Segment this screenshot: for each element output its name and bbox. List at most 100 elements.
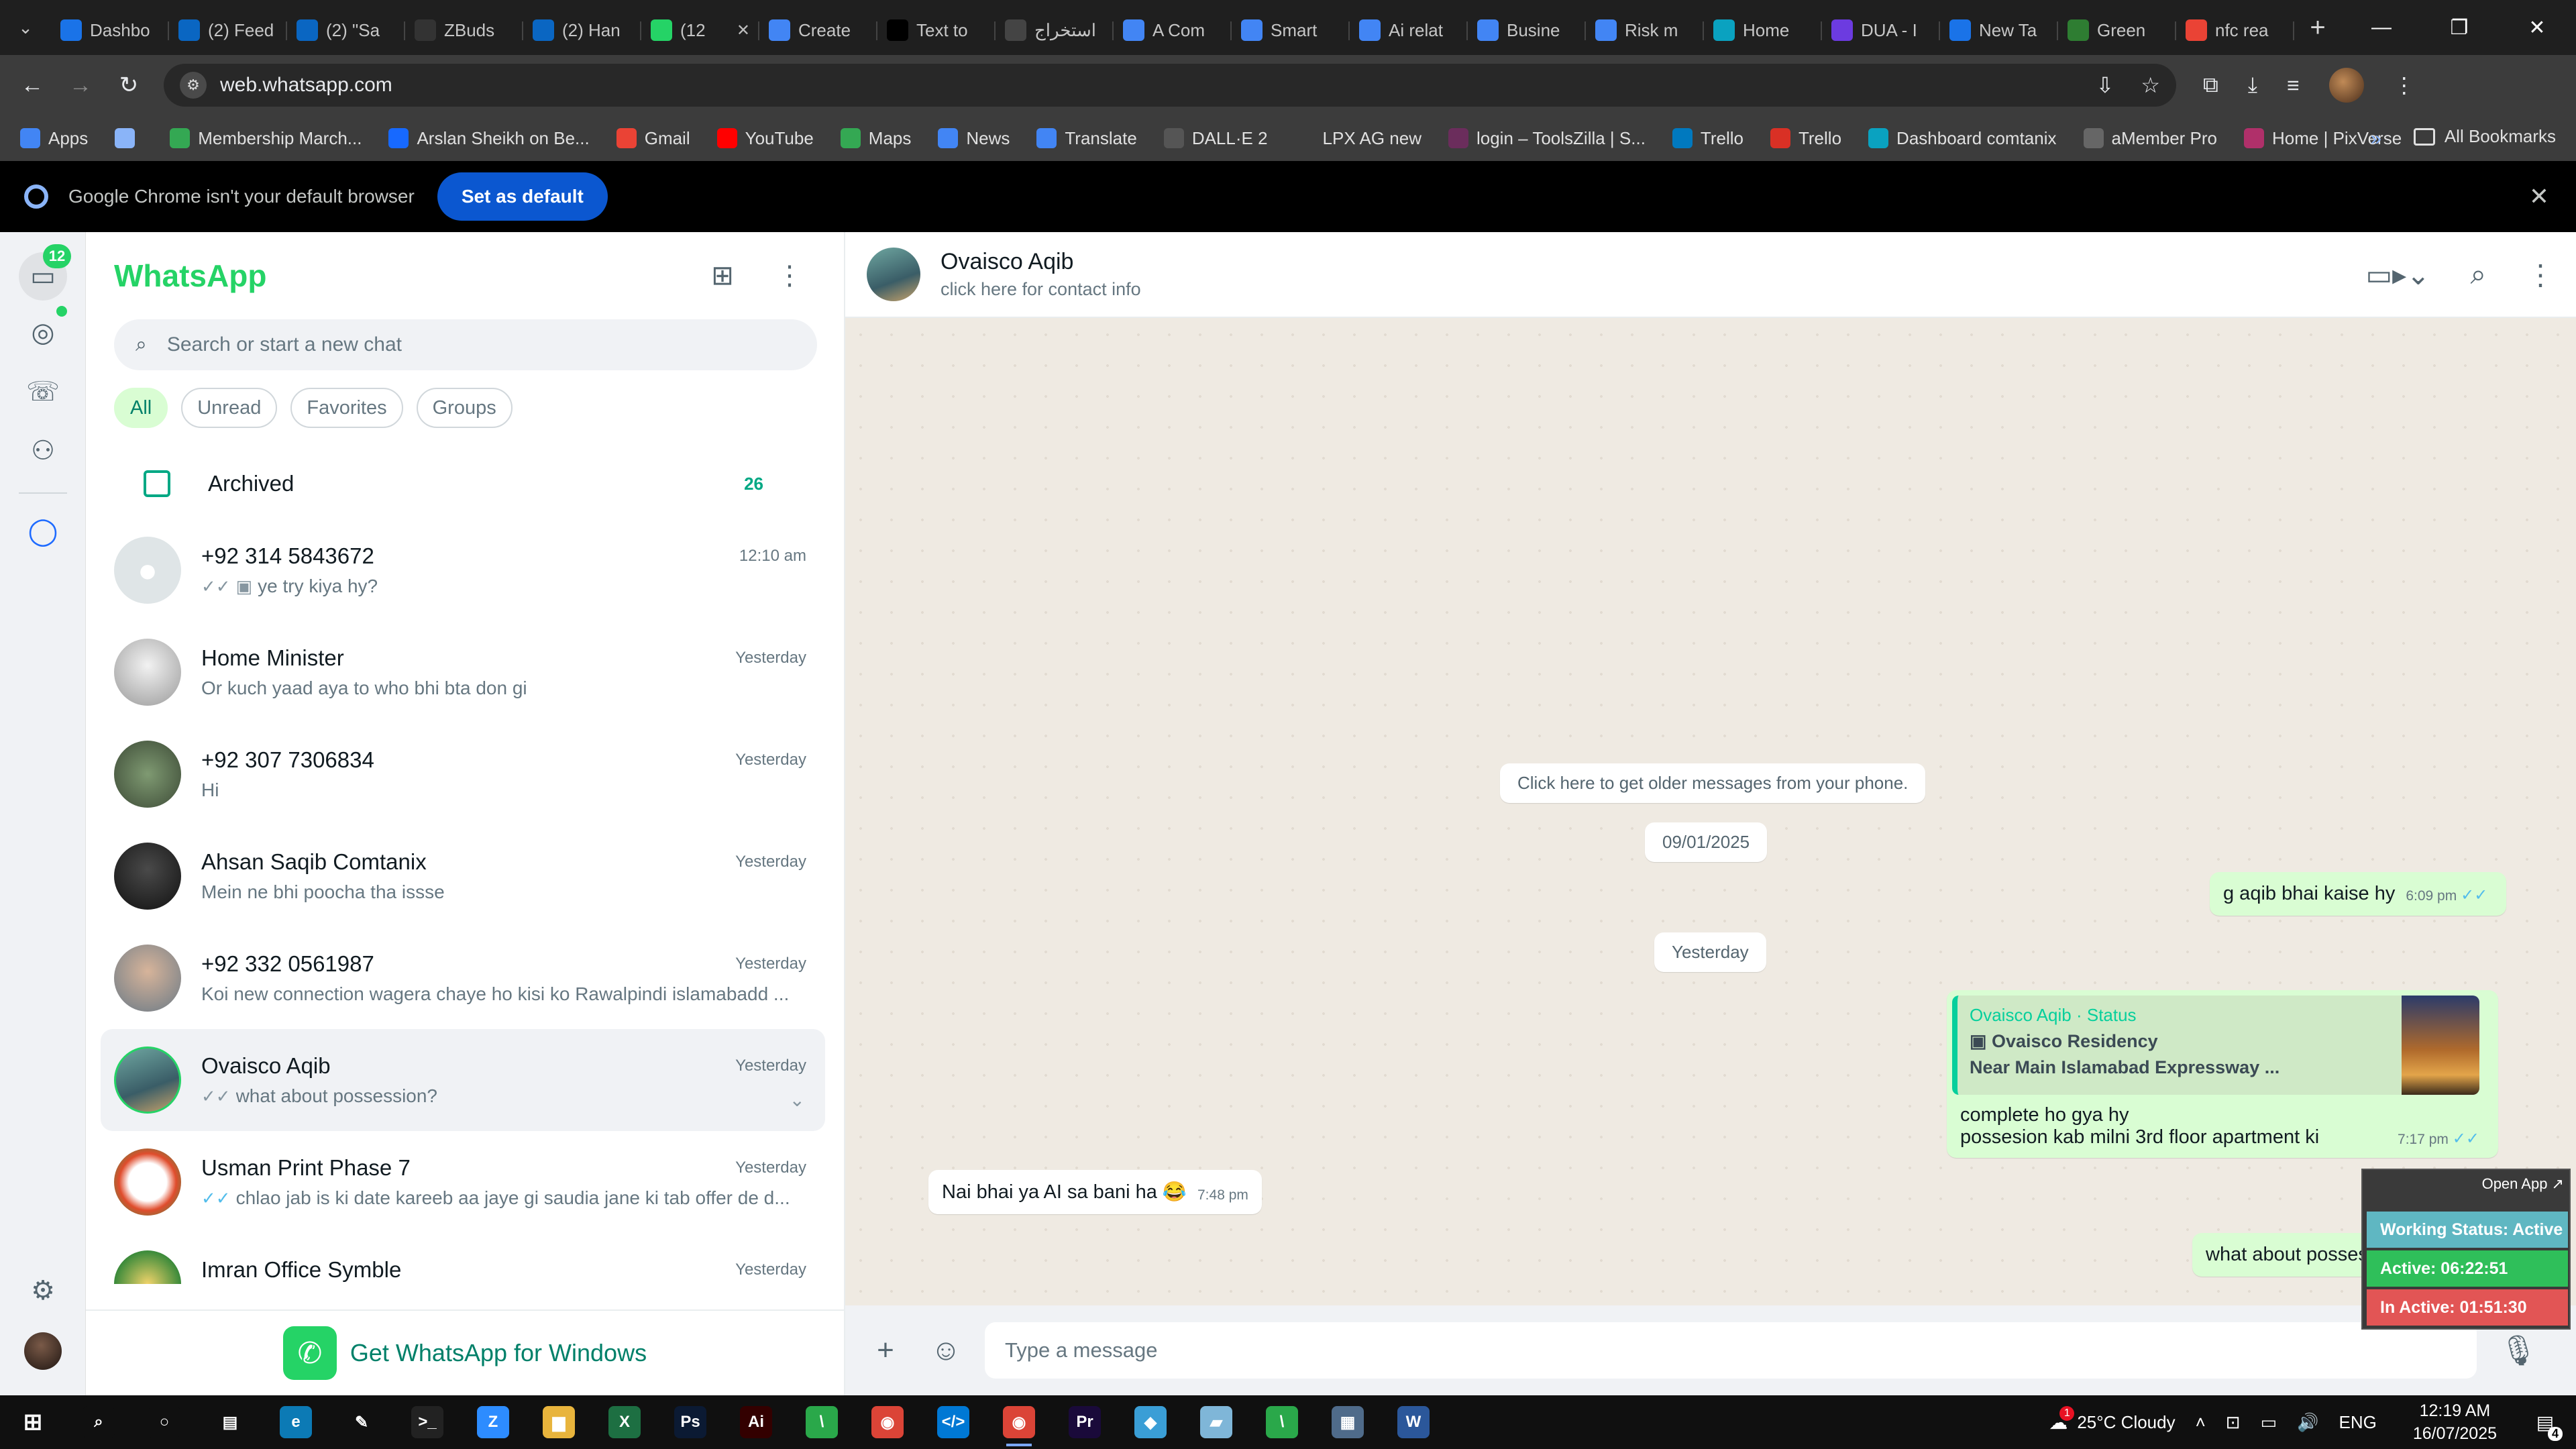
bookmark-item[interactable]: Maps	[840, 128, 911, 149]
meet-icon[interactable]: ⊡	[2226, 1412, 2241, 1433]
taskbar-chrome-active[interactable]: ◉	[986, 1395, 1052, 1449]
bookmark-item[interactable]: Dashboard comtanix	[1868, 128, 2057, 149]
close-tab-icon[interactable]: ✕	[737, 21, 750, 40]
restore-button[interactable]: ❐	[2420, 0, 2498, 55]
bookmark-item[interactable]: Gmail	[616, 128, 690, 149]
taskbar-excel[interactable]: X	[592, 1395, 657, 1449]
minimize-button[interactable]: —	[2343, 0, 2420, 55]
conversation-menu-icon[interactable]: ⋮	[2526, 258, 2555, 291]
browser-tab[interactable]: (2) "Sa	[287, 8, 405, 52]
install-app-icon[interactable]: ⇩	[2096, 72, 2114, 98]
status-nav-icon[interactable]: ◎	[25, 315, 60, 350]
status-reply-quote[interactable]: Ovaisco Aqib · Status ▣ Ovaisco Residenc…	[1952, 996, 2479, 1095]
bookmark-item[interactable]: YouTube	[716, 128, 814, 149]
browser-tab[interactable]: (2) Feed	[169, 8, 287, 52]
notification-center-icon[interactable]: ▤ 4	[2524, 1401, 2567, 1444]
chat-row[interactable]: +92 307 7306834 Yesterday Hi	[101, 723, 825, 825]
bookmark-item[interactable]	[115, 128, 143, 148]
taskbar-task-view[interactable]: ▤	[197, 1395, 263, 1449]
taskbar-calculator[interactable]: ▦	[1315, 1395, 1381, 1449]
open-app-link[interactable]: Open App ↗	[2482, 1175, 2564, 1193]
set-default-button[interactable]: Set as default	[437, 172, 608, 221]
taskbar-terminal[interactable]: >_	[394, 1395, 460, 1449]
browser-tab[interactable]: DUA - I	[1822, 8, 1940, 52]
close-window-button[interactable]: ✕	[2498, 0, 2576, 55]
settings-icon[interactable]: ⚙	[25, 1273, 60, 1308]
search-messages-icon[interactable]: ⌕	[2470, 258, 2486, 291]
browser-tab[interactable]: (2) Han	[523, 8, 641, 52]
browser-tab[interactable]: (12 ✕	[641, 8, 759, 52]
bookmark-item[interactable]: Arslan Sheikh on Be...	[388, 128, 590, 149]
browser-tab[interactable]: New Ta	[1940, 8, 2058, 52]
taskbar-search[interactable]: ⌕	[66, 1395, 131, 1449]
bookmark-item[interactable]: LPX AG new	[1294, 128, 1421, 149]
bookmark-item[interactable]: DALL·E 2	[1163, 128, 1268, 149]
profile-avatar[interactable]	[2328, 68, 2364, 103]
taskbar-chrome[interactable]: ◉	[855, 1395, 920, 1449]
filter-groups[interactable]: Groups	[416, 388, 513, 428]
channels-nav-icon[interactable]: ☏	[25, 374, 60, 409]
browser-tab[interactable]: nfc rea	[2176, 8, 2294, 52]
extensions-icon[interactable]: ⧉	[2203, 72, 2218, 98]
message-input[interactable]	[985, 1322, 2477, 1379]
weather-text[interactable]: 25°C Cloudy	[2077, 1412, 2175, 1433]
media-controls-icon[interactable]: ≡	[2287, 73, 2300, 98]
bookmark-star-icon[interactable]: ☆	[2141, 72, 2160, 98]
address-bar[interactable]: ⚙ web.whatsapp.com ⇩ ☆	[164, 64, 2176, 107]
get-windows-banner[interactable]: ✆ Get WhatsApp for Windows	[86, 1309, 844, 1395]
sidebar-menu-icon[interactable]: ⋮	[773, 259, 806, 292]
bookmark-item[interactable]: Apps	[20, 128, 88, 149]
site-info-icon[interactable]: ⚙	[180, 72, 207, 99]
browser-tab[interactable]: Green	[2058, 8, 2176, 52]
taskbar-cortana[interactable]: ○	[131, 1395, 197, 1449]
filter-all[interactable]: All	[114, 388, 168, 428]
filter-favorites[interactable]: Favorites	[290, 388, 403, 428]
browser-tab[interactable]: A Com	[1114, 8, 1232, 52]
meta-ai-icon[interactable]: ◯	[25, 514, 60, 549]
tray-chevron-icon[interactable]: ˄	[2196, 1412, 2206, 1433]
taskbar-green-app[interactable]: \	[789, 1395, 855, 1449]
bookmark-item[interactable]: Membership March...	[170, 128, 362, 149]
taskbar-word[interactable]: W	[1381, 1395, 1446, 1449]
reload-button[interactable]: ↻	[110, 66, 148, 104]
new-chat-icon[interactable]: ⊞	[706, 259, 739, 292]
conversation-header[interactable]: Ovaisco Aqib click here for contact info…	[845, 232, 2576, 318]
bookmark-item[interactable]: aMember Pro	[2083, 128, 2217, 149]
communities-nav-icon[interactable]: ⚇	[25, 433, 60, 468]
archived-row[interactable]: Archived 26	[86, 447, 824, 521]
tab-search-button[interactable]: ⌄	[0, 0, 51, 55]
start-button[interactable]: ⊞	[0, 1395, 66, 1449]
chat-row[interactable]: Imran Office SymbleYesterday🎤0:22	[101, 1233, 825, 1284]
forward-button[interactable]: →	[62, 66, 99, 104]
taskbar-edge[interactable]: e	[263, 1395, 329, 1449]
microphone-icon[interactable]: 🎙	[2497, 1329, 2540, 1372]
chrome-menu-icon[interactable]: ⋮	[2394, 72, 2415, 98]
chat-row[interactable]: Usman Print Phase 7 Yesterday ✓✓ chlao jab …	[101, 1131, 825, 1233]
browser-tab[interactable]: استخراج	[996, 8, 1114, 52]
browser-tab[interactable]: Dashbo	[51, 8, 169, 52]
chat-row[interactable]: ● +92 314 5843672 12:10 am ✓✓ ▣ ye try kiya h…	[101, 519, 825, 621]
browser-tab[interactable]: Home	[1704, 8, 1822, 52]
bookmark-item[interactable]: Translate	[1036, 128, 1137, 149]
taskbar-green-app-2[interactable]: \	[1249, 1395, 1315, 1449]
profile-avatar[interactable]	[24, 1332, 62, 1370]
search-input[interactable]	[166, 333, 771, 356]
taskbar-app-ice[interactable]: ▰	[1183, 1395, 1249, 1449]
bookmark-item[interactable]: Trello	[1770, 128, 1841, 149]
browser-tab[interactable]: ZBuds	[405, 8, 523, 52]
chat-row[interactable]: Ahsan Saqib Comtanix Yesterday Mein ne bhi…	[101, 825, 825, 927]
new-tab-button[interactable]: +	[2294, 0, 2341, 55]
network-icon[interactable]: ▭	[2261, 1412, 2277, 1433]
taskbar-app-blue[interactable]: ◆	[1118, 1395, 1183, 1449]
chat-row[interactable]: +92 332 0561987 Yesterday Koi new connecti…	[101, 927, 825, 1029]
taskbar-premiere[interactable]: Pr	[1052, 1395, 1118, 1449]
chat-options-chevron-icon[interactable]: ⌄	[790, 1089, 805, 1111]
downloads-icon[interactable]: ⤓	[2248, 72, 2257, 98]
bookmark-item[interactable]: Trello	[1672, 128, 1743, 149]
bookmarks-overflow-icon[interactable]: »	[2370, 127, 2381, 150]
browser-tab[interactable]: Smart	[1232, 8, 1350, 52]
chat-row[interactable]: Home Minister Yesterday Or kuch yaad aya t…	[101, 621, 825, 723]
volume-icon[interactable]: 🔊	[2297, 1412, 2318, 1433]
taskbar-vscode[interactable]: </>	[920, 1395, 986, 1449]
attach-plus-icon[interactable]: +	[864, 1329, 907, 1372]
